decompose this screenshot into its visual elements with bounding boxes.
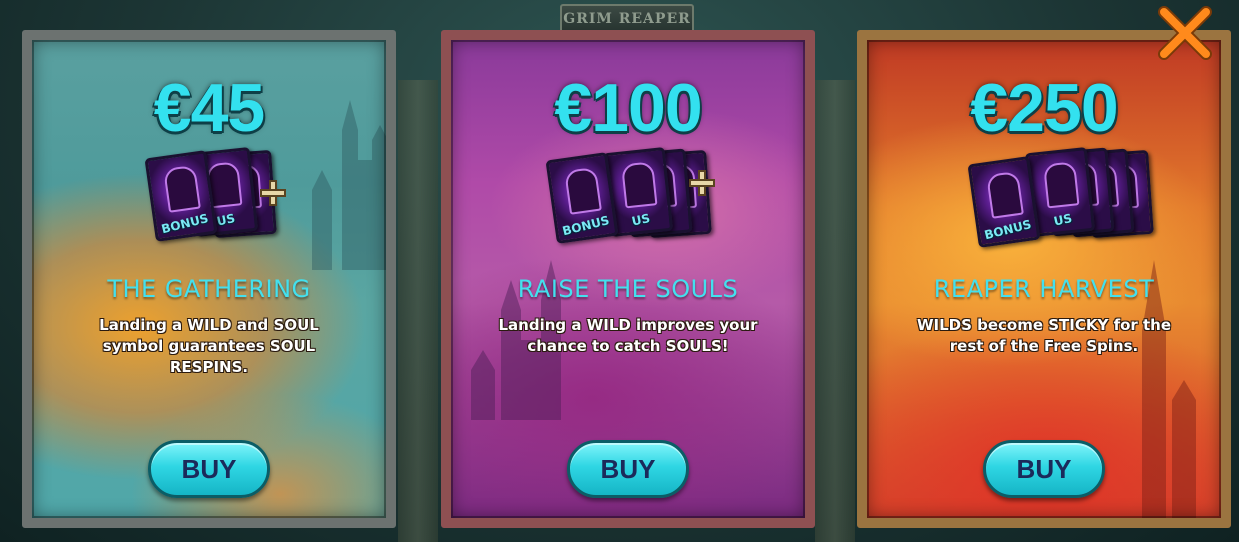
offer-description: Landing a WILD improves your chance to c…: [498, 316, 758, 355]
close-button[interactable]: [1156, 4, 1214, 62]
bonus-card-stack: US US US US BONUS: [959, 146, 1159, 248]
background-pillar: [815, 80, 855, 542]
bonus-card-stack: US US BONUS: [140, 146, 300, 244]
offer-card-the-gathering: €45 US US BONUS THE GATHERING Landing a …: [22, 30, 396, 528]
offer-price: €100: [554, 70, 702, 146]
plus-icon: [689, 170, 715, 196]
offer-card-raise-the-souls: €100 US US US BONUS RAISE THE SOULS Land…: [441, 30, 815, 528]
offer-card-reaper-harvest: €250 US US US US BONUS REAPER HARVEST WI…: [857, 30, 1231, 528]
offer-description: Landing a WILD and SOUL symbol guarantee…: [99, 316, 319, 376]
bonus-card-icon: BONUS: [967, 156, 1041, 248]
offer-title: RAISE THE SOULS: [517, 275, 739, 303]
bonus-card-icon: BONUS: [545, 152, 619, 244]
offer-title: REAPER HARVEST: [933, 275, 1155, 303]
buy-button[interactable]: BUY: [148, 440, 270, 498]
plus-icon: [260, 180, 286, 206]
offer-price: €250: [970, 70, 1118, 146]
background-pillar: [398, 80, 438, 542]
buy-button[interactable]: BUY: [567, 440, 689, 498]
offer-price: €45: [153, 70, 265, 146]
bonus-card-icon: BONUS: [144, 150, 218, 242]
bonus-card-stack: US US US BONUS: [539, 146, 739, 244]
offer-title: THE GATHERING: [107, 275, 311, 303]
close-icon: [1158, 6, 1212, 60]
offer-description: WILDS become STICKY for the rest of the …: [916, 316, 1172, 355]
buy-button[interactable]: BUY: [983, 440, 1105, 498]
